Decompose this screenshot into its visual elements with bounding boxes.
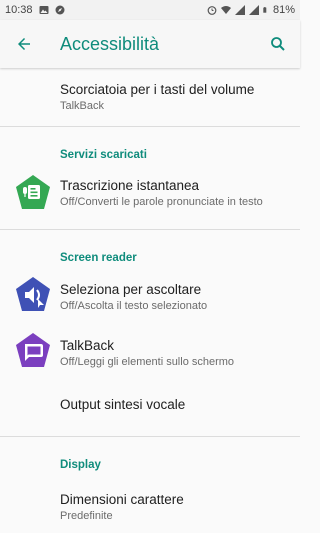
font-size-title: Dimensioni carattere bbox=[60, 492, 184, 507]
back-arrow-icon bbox=[18, 38, 30, 50]
section-display: Display bbox=[60, 459, 101, 471]
font-size-subtitle: Predefinite bbox=[60, 510, 113, 522]
live-transcribe-title: Trascrizione istantanea bbox=[60, 178, 200, 193]
status-time: 10:38 bbox=[5, 4, 33, 16]
tts-output-title: Output sintesi vocale bbox=[60, 397, 186, 412]
battery-level: 81% bbox=[272, 4, 295, 16]
search-icon bbox=[271, 37, 285, 51]
tts-output-item[interactable]: Output sintesi vocale bbox=[0, 384, 300, 436]
wifi-icon bbox=[220, 6, 231, 14]
signal-2-icon bbox=[248, 5, 259, 15]
volume-shortcut-title: Scorciatoia per i tasti del volume bbox=[60, 82, 255, 97]
volume-shortcut-item[interactable]: Scorciatoia per i tasti del volume TalkB… bbox=[0, 68, 300, 126]
section-screen-reader: Screen reader bbox=[60, 252, 137, 264]
gallery-notification-icon bbox=[39, 6, 49, 14]
back-button[interactable] bbox=[0, 20, 48, 68]
talkback-subtitle: Off/Leggi gli elementi sullo schermo bbox=[60, 356, 235, 368]
select-to-speak-item[interactable]: Seleziona per ascoltare Off/Ascolta il t… bbox=[0, 264, 300, 324]
search-button[interactable] bbox=[256, 20, 300, 68]
section-downloaded-services: Servizi scaricati bbox=[60, 149, 147, 161]
talkback-icon bbox=[16, 333, 50, 367]
live-transcribe-item[interactable]: Trascrizione istantanea Off/Converti le … bbox=[0, 161, 300, 229]
app-bar: Accessibilità bbox=[0, 20, 300, 68]
status-bar: 10:38 81% bbox=[0, 0, 300, 20]
alarm-icon bbox=[207, 6, 217, 15]
page-title: Accessibilità bbox=[60, 33, 160, 54]
battery-icon bbox=[263, 7, 267, 13]
live-transcribe-subtitle: Off/Converti le parole pronunciate in te… bbox=[60, 196, 263, 208]
talkback-title: TalkBack bbox=[60, 338, 115, 353]
talkback-item[interactable]: TalkBack Off/Leggi gli elementi sullo sc… bbox=[0, 324, 300, 384]
font-size-item[interactable]: Dimensioni carattere Predefinite bbox=[0, 471, 300, 531]
live-transcribe-icon bbox=[16, 175, 50, 209]
select-to-speak-title: Seleziona per ascoltare bbox=[60, 282, 202, 297]
select-to-speak-subtitle: Off/Ascolta il testo selezionato bbox=[60, 300, 208, 312]
volume-shortcut-subtitle: TalkBack bbox=[60, 100, 105, 112]
compass-notification-icon bbox=[55, 5, 65, 15]
select-to-speak-icon bbox=[16, 277, 50, 311]
signal-icon bbox=[234, 5, 245, 15]
settings-list: Scorciatoia per i tasti del volume TalkB… bbox=[0, 68, 300, 531]
